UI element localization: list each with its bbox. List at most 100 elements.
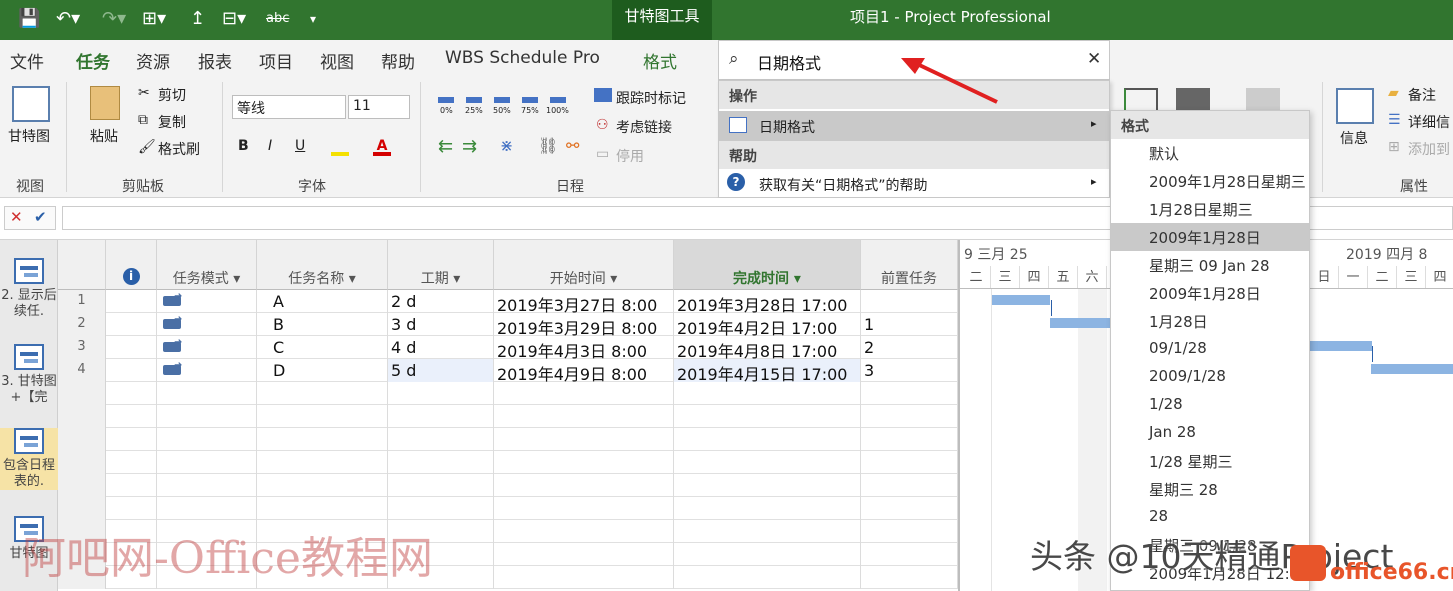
pred-cell[interactable] bbox=[861, 543, 958, 566]
indicators-header[interactable]: i bbox=[106, 240, 157, 290]
col-header-start[interactable]: 开始时间 ▾ bbox=[494, 240, 674, 290]
start-cell[interactable] bbox=[494, 543, 674, 566]
col-header-predecessors[interactable]: 前置任务 bbox=[861, 240, 958, 290]
start-cell[interactable] bbox=[494, 382, 674, 405]
tab-project[interactable]: 项目 bbox=[259, 48, 293, 73]
search-input[interactable]: 日期格式 bbox=[757, 50, 821, 74]
start-cell[interactable]: 2019年3月29日 8:00 bbox=[494, 313, 674, 336]
finish-cell[interactable]: 2019年4月8日 17:00 bbox=[674, 336, 861, 359]
underline-button[interactable]: U bbox=[295, 138, 305, 154]
view-item-1[interactable]: 2. 显示后续任. bbox=[0, 258, 58, 320]
row-number[interactable] bbox=[58, 497, 106, 520]
row-number[interactable] bbox=[58, 382, 106, 405]
indicator-cell[interactable] bbox=[106, 428, 157, 451]
qat-customize-icon[interactable]: ▾ bbox=[310, 8, 316, 30]
start-cell[interactable] bbox=[494, 520, 674, 543]
font-color-icon[interactable]: A bbox=[373, 138, 391, 156]
cancel-entry-icon[interactable]: ✕ bbox=[10, 208, 23, 226]
finish-cell[interactable] bbox=[674, 428, 861, 451]
name-cell[interactable] bbox=[257, 497, 388, 520]
duration-cell[interactable] bbox=[388, 497, 494, 520]
date-format-option[interactable]: 2009年1月28日 bbox=[1111, 223, 1309, 251]
finish-cell[interactable]: 2019年4月2日 17:00 bbox=[674, 313, 861, 336]
pred-cell[interactable] bbox=[861, 520, 958, 543]
indicator-cell[interactable] bbox=[106, 382, 157, 405]
empty-row[interactable] bbox=[58, 405, 958, 428]
qat-table-icon[interactable]: ⊞▾ bbox=[142, 8, 166, 30]
redo-icon[interactable]: ↷▾ bbox=[102, 8, 126, 30]
tab-resource[interactable]: 资源 bbox=[136, 48, 170, 73]
unlink-icon[interactable]: ⚯ bbox=[566, 136, 579, 155]
indicator-cell[interactable] bbox=[106, 497, 157, 520]
date-format-option[interactable]: 星期三 09 Jan 28 bbox=[1111, 251, 1309, 279]
duration-cell[interactable] bbox=[388, 451, 494, 474]
finish-cell[interactable] bbox=[674, 520, 861, 543]
name-cell[interactable] bbox=[257, 428, 388, 451]
gantt-bar-a[interactable] bbox=[992, 295, 1050, 305]
task-mode-cell[interactable] bbox=[157, 336, 257, 359]
date-format-option[interactable]: 1月28日 bbox=[1111, 307, 1309, 335]
font-family-select[interactable]: 等线 bbox=[232, 95, 346, 119]
indicator-cell[interactable] bbox=[106, 474, 157, 497]
start-cell[interactable] bbox=[494, 474, 674, 497]
copy-button[interactable]: 复制 bbox=[158, 112, 186, 132]
date-format-option[interactable]: 2009/1/28 bbox=[1111, 363, 1309, 391]
empty-row[interactable] bbox=[58, 497, 958, 520]
pred-cell[interactable] bbox=[861, 405, 958, 428]
name-cell[interactable] bbox=[257, 451, 388, 474]
row-number[interactable]: 1 bbox=[58, 290, 106, 313]
tab-file[interactable]: 文件 bbox=[10, 48, 44, 73]
track-mark-button[interactable]: 跟踪时标记 bbox=[616, 88, 686, 108]
duration-cell[interactable] bbox=[388, 405, 494, 428]
highlight-icon[interactable] bbox=[331, 138, 349, 156]
row-number[interactable]: 2 bbox=[58, 313, 106, 336]
indicator-cell[interactable] bbox=[106, 290, 157, 313]
task-mode-cell[interactable] bbox=[157, 313, 257, 336]
select-all-corner[interactable] bbox=[58, 240, 106, 290]
tab-report[interactable]: 报表 bbox=[198, 48, 232, 73]
row-number[interactable] bbox=[58, 451, 106, 474]
date-format-option[interactable]: 2009年1月28日 bbox=[1111, 279, 1309, 307]
date-format-option[interactable]: 28 bbox=[1111, 503, 1309, 531]
information-button[interactable]: 信息 bbox=[1340, 128, 1368, 148]
gantt-view-button[interactable]: 甘特图 bbox=[8, 126, 50, 146]
format-painter-button[interactable]: 格式刷 bbox=[158, 139, 200, 159]
finish-cell[interactable]: 2019年3月28日 17:00 bbox=[674, 290, 861, 313]
bold-button[interactable]: B bbox=[238, 138, 249, 154]
pred-cell[interactable] bbox=[861, 290, 958, 313]
task-mode-cell[interactable] bbox=[157, 428, 257, 451]
pred-cell[interactable] bbox=[861, 566, 958, 589]
confirm-entry-icon[interactable]: ✔ bbox=[34, 208, 47, 226]
pct50-icon[interactable] bbox=[494, 97, 510, 103]
start-cell[interactable] bbox=[494, 566, 674, 589]
italic-button[interactable]: I bbox=[268, 138, 272, 154]
pred-cell[interactable] bbox=[861, 474, 958, 497]
duration-cell[interactable]: 5 d bbox=[388, 359, 494, 382]
pred-cell[interactable] bbox=[861, 382, 958, 405]
outdent-icon[interactable]: ⇇ bbox=[438, 136, 453, 157]
col-header-name[interactable]: 任务名称 ▾ bbox=[257, 240, 388, 290]
finish-cell[interactable] bbox=[674, 474, 861, 497]
empty-row[interactable] bbox=[58, 474, 958, 497]
table-row[interactable]: 1 A2 d2019年3月27日 8:002019年3月28日 17:00 bbox=[58, 290, 958, 313]
date-format-option[interactable]: 1/28 星期三 bbox=[1111, 447, 1309, 475]
pct75-icon[interactable] bbox=[522, 97, 538, 103]
duration-cell[interactable] bbox=[388, 382, 494, 405]
date-format-option[interactable]: 星期三 28 bbox=[1111, 475, 1309, 503]
task-mode-cell[interactable] bbox=[157, 451, 257, 474]
start-cell[interactable] bbox=[494, 428, 674, 451]
pred-cell[interactable] bbox=[861, 428, 958, 451]
gantt-bar-d[interactable] bbox=[1371, 364, 1453, 374]
tab-view[interactable]: 视图 bbox=[320, 48, 354, 73]
pred-cell[interactable] bbox=[861, 451, 958, 474]
task-mode-cell[interactable] bbox=[157, 405, 257, 428]
font-size-select[interactable]: 11 bbox=[348, 95, 410, 119]
indent-icon[interactable]: ⇉ bbox=[462, 136, 477, 157]
paste-button[interactable]: 粘贴 bbox=[90, 126, 118, 146]
qat-indent-icon[interactable]: ↥ bbox=[190, 8, 205, 30]
date-format-option[interactable]: 1/28 bbox=[1111, 391, 1309, 419]
tab-help[interactable]: 帮助 bbox=[381, 48, 415, 73]
name-cell[interactable]: A bbox=[257, 290, 388, 313]
row-number[interactable] bbox=[58, 428, 106, 451]
name-cell[interactable] bbox=[257, 382, 388, 405]
